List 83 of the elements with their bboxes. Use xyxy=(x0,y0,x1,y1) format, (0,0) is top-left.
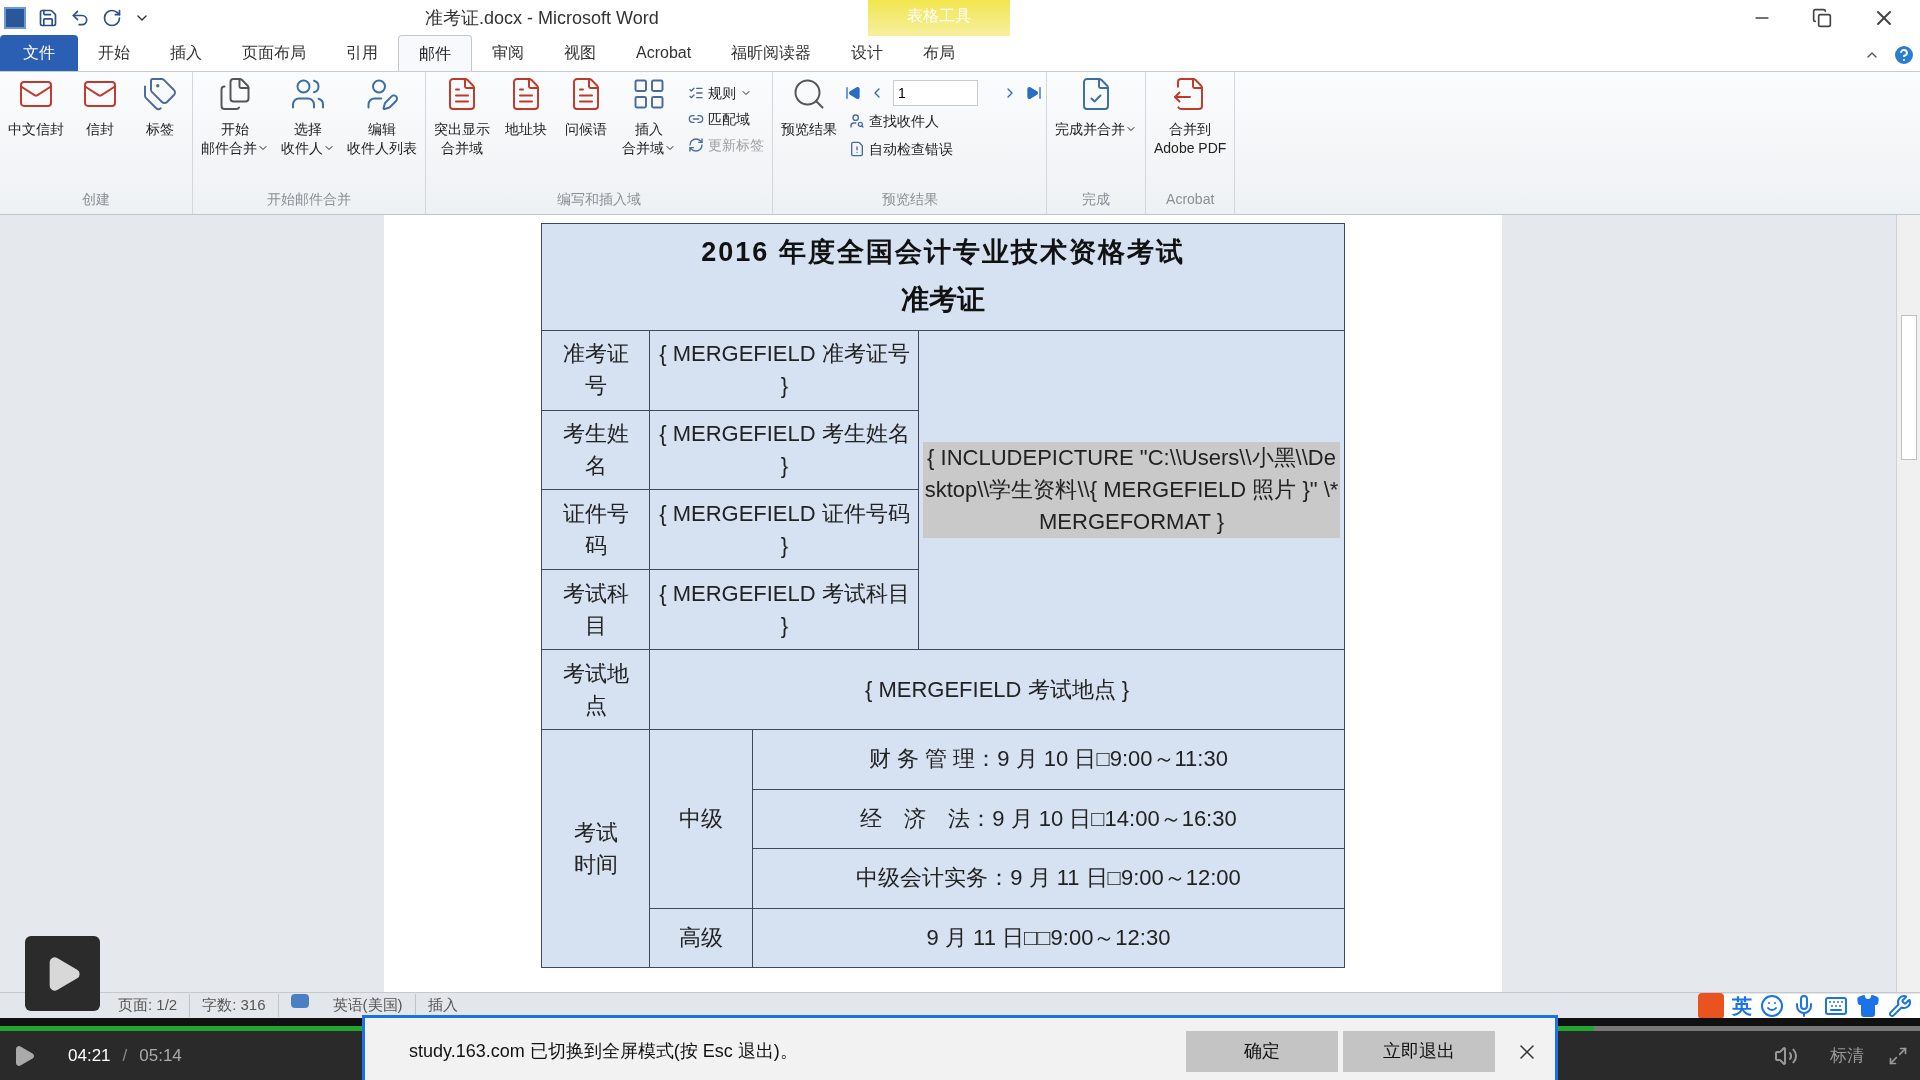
ribbon-small-button[interactable]: 规则 xyxy=(684,80,768,106)
undo-icon[interactable] xyxy=(70,8,90,28)
user-search-icon xyxy=(849,113,865,129)
redo-icon[interactable] xyxy=(102,8,122,28)
exam-session: 经 济 法：9 月 10 日□14:00～16:30 xyxy=(860,805,1237,831)
fullscreen-icon[interactable] xyxy=(1888,1045,1908,1066)
tag-icon xyxy=(142,76,178,112)
quality-button[interactable]: 标清 xyxy=(1830,1042,1864,1069)
notice-button[interactable]: 确定 xyxy=(1186,1031,1338,1072)
checklist-icon xyxy=(688,85,704,101)
word-count[interactable]: 字数: 316 xyxy=(190,994,279,1017)
ribbon-button[interactable]: 突出显示 合并域 xyxy=(430,76,494,158)
insert-mode[interactable]: 插入 xyxy=(415,994,470,1017)
ribbon-small-button[interactable]: 自动检查错误 xyxy=(845,136,1042,162)
ribbon-tab[interactable]: 邮件 xyxy=(398,35,472,71)
ribbon-tab[interactable]: 审阅 xyxy=(472,35,544,71)
help-icon[interactable] xyxy=(1892,43,1916,67)
field-label: 证件号码 xyxy=(563,501,629,558)
field-label: 考试时间 xyxy=(574,819,618,877)
ribbon-tab[interactable]: 开始 xyxy=(78,35,150,71)
level-label: 高级 xyxy=(679,924,724,950)
notice-button[interactable]: 立即退出 xyxy=(1343,1031,1495,1072)
field-label: 考生姓名 xyxy=(563,421,629,478)
notice-message: study.163.com 已切换到全屏模式(按 Esc 退出)。 xyxy=(409,1040,798,1063)
ribbon-tab[interactable]: Acrobat xyxy=(616,35,712,71)
current-time: 04:21 xyxy=(68,1044,111,1067)
ribbon-tab[interactable]: 插入 xyxy=(150,35,222,71)
wrench-icon[interactable] xyxy=(1888,994,1912,1018)
ribbon-button[interactable]: 插入 合并域 xyxy=(618,76,680,158)
vertical-scrollbar[interactable] xyxy=(1896,215,1920,992)
ribbon-button[interactable]: 合并到 Adobe PDF xyxy=(1150,76,1231,158)
ime-mode[interactable]: 英 xyxy=(1732,991,1752,1021)
ribbon-button[interactable]: 完成并合并 xyxy=(1051,76,1141,139)
refresh-icon xyxy=(688,137,704,153)
ribbon-button[interactable]: 开始 邮件合并 xyxy=(197,76,273,158)
exam-session: 9 月 11 日□□9:00～12:30 xyxy=(926,924,1171,950)
ribbon-group-label: 创建 xyxy=(81,190,111,209)
record-number-field[interactable]: 1 xyxy=(893,80,978,106)
ribbon-tab[interactable]: 布局 xyxy=(903,35,976,71)
document-title: 2016 年度全国会计专业技术资格考试 xyxy=(701,235,1185,269)
document-subtitle: 准考证 xyxy=(901,283,985,318)
save-icon[interactable] xyxy=(38,8,58,28)
window-title: 准考证.docx - Microsoft Word xyxy=(425,6,659,30)
merge-field: { INCLUDEPICTURE "C:\\Users\\小黑\\Desktop\\学生资料\\{ MERGEFIELD 照片 }" \* MERGEFORMAT } xyxy=(923,442,1340,538)
merge-field: { MERGEFIELD 考试地点 } xyxy=(864,676,1129,702)
first-record-icon[interactable] xyxy=(845,85,861,101)
ribbon-button[interactable]: 编辑 收件人列表 xyxy=(343,76,421,158)
ribbon-small-button[interactable]: 匹配域 xyxy=(684,106,768,132)
ribbon-tab[interactable]: 引用 xyxy=(326,35,398,71)
page-count[interactable]: 页面: 1/2 xyxy=(106,994,191,1017)
ribbon-tab[interactable]: 文件 xyxy=(0,35,78,71)
shirt-icon[interactable] xyxy=(1856,994,1880,1018)
exam-session: 财 务 管 理：9 月 10 日□9:00～11:30 xyxy=(869,746,1228,772)
restore-icon[interactable] xyxy=(1812,8,1832,28)
ribbon-button[interactable]: 选择 收件人 xyxy=(277,76,339,158)
keyboard-icon[interactable] xyxy=(1824,994,1848,1018)
smile-icon[interactable] xyxy=(1760,994,1784,1018)
ribbon-small-button[interactable]: 查找收件人 xyxy=(845,108,1042,134)
duration: 05:14 xyxy=(139,1044,182,1067)
ribbon-tab[interactable]: 视图 xyxy=(544,35,616,71)
ribbon-button[interactable]: 问候语 xyxy=(558,76,614,139)
ribbon-group-label: 编写和插入域 xyxy=(556,190,642,209)
exam-session: 中级会计实务：9 月 11 日□9:00～12:00 xyxy=(856,865,1241,891)
ribbon-button[interactable]: 中文信封 xyxy=(4,76,68,139)
ribbon-group-label: Acrobat xyxy=(1165,190,1216,209)
field-label: 考试地点 xyxy=(563,660,629,718)
level-label: 中级 xyxy=(679,805,724,831)
ribbon-group-label: 预览结果 xyxy=(880,190,939,209)
ribbon-tab[interactable]: 福昕阅读器 xyxy=(711,35,832,71)
last-record-icon[interactable] xyxy=(1026,85,1042,101)
ribbon-button[interactable]: 地址块 xyxy=(498,76,554,139)
play-button[interactable] xyxy=(25,936,100,1011)
ribbon-group-label: 开始邮件合并 xyxy=(266,190,352,209)
field-label: 考试科目 xyxy=(563,580,629,638)
time-separator: / xyxy=(122,1044,128,1067)
ribbon-group-label: 完成 xyxy=(1081,190,1111,209)
scrollbar-thumb[interactable] xyxy=(1900,315,1917,460)
document-warning-icon xyxy=(849,141,865,157)
ribbon-button[interactable]: 标签 xyxy=(132,76,188,139)
ribbon-button[interactable]: 预览结果 xyxy=(777,76,841,139)
ribbon-tab[interactable]: 页面布局 xyxy=(222,35,326,71)
field-label: 准考证号 xyxy=(563,341,629,399)
ribbon-button[interactable]: 信封 xyxy=(72,76,128,139)
